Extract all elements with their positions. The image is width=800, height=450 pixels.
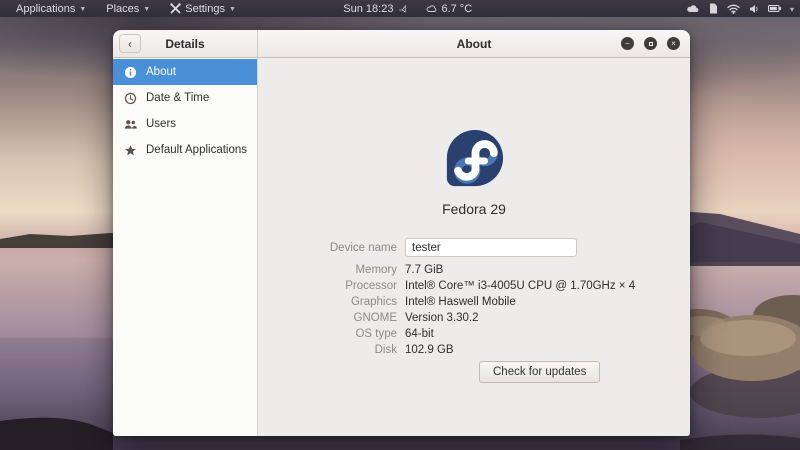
minimize-button[interactable]: − (621, 37, 634, 50)
close-button[interactable]: × (667, 37, 680, 50)
headerbar-main-section: About − × (258, 30, 690, 57)
field-row-gnome: GNOME Version 3.30.2 (258, 312, 690, 324)
sidebar-item-default-applications[interactable]: Default Applications (113, 137, 257, 163)
field-row-device-name: Device name (258, 238, 690, 257)
top-panel: Applications ▼ Places ▼ Settings ▼ Sun 1… (0, 0, 800, 17)
caret-down-icon[interactable]: ▾ (790, 5, 794, 14)
places-menu[interactable]: Places ▼ (98, 0, 158, 17)
field-label: Graphics (258, 296, 405, 308)
field-value: Intel® Haswell Mobile (405, 296, 516, 308)
clock-label: Sun 18:23 (343, 3, 393, 15)
field-value: 7.7 GiB (405, 264, 443, 276)
minimize-icon: − (625, 40, 630, 48)
info-circle-icon (123, 65, 137, 79)
about-form: Device name Memory 7.7 GiB Processor Int… (258, 238, 690, 388)
chevron-left-icon: ‹ (128, 38, 132, 50)
crossed-tools-icon (170, 3, 181, 14)
document-icon[interactable] (709, 3, 718, 14)
caret-down-icon: ▼ (79, 6, 86, 13)
applications-menu[interactable]: Applications ▼ (8, 0, 94, 17)
sidebar-item-date-time[interactable]: Date & Time (113, 85, 257, 111)
caret-down-icon: ▼ (143, 6, 150, 13)
maximize-button[interactable] (644, 37, 657, 50)
window-controls: − × (621, 37, 680, 50)
settings-window: ‹ Details About − × About (113, 30, 690, 436)
headerbar-sidebar-section: ‹ Details (113, 30, 258, 57)
field-row-processor: Processor Intel® Core™ i3-4005U CPU @ 1.… (258, 280, 690, 292)
field-row-graphics: Graphics Intel® Haswell Mobile (258, 296, 690, 308)
cloud-icon[interactable] (687, 4, 700, 13)
volume-icon[interactable] (749, 4, 759, 14)
caret-down-icon: ▼ (229, 6, 236, 13)
field-label: OS type (258, 328, 405, 340)
settings-menu[interactable]: Settings ▼ (162, 0, 244, 17)
device-name-input[interactable] (405, 238, 577, 257)
places-menu-label: Places (106, 3, 139, 15)
notification-icon (398, 4, 407, 13)
battery-icon[interactable] (768, 5, 781, 12)
wifi-icon[interactable] (727, 4, 740, 14)
check-for-updates-button[interactable]: Check for updates (479, 361, 600, 383)
field-label: Disk (258, 344, 405, 356)
sidebar-item-label: Date & Time (146, 92, 209, 104)
field-label: GNOME (258, 312, 405, 324)
sidebar-item-users[interactable]: Users (113, 111, 257, 137)
settings-sidebar: About Date & Time Users Default Applicat… (113, 58, 258, 436)
field-row-disk: Disk 102.9 GB (258, 344, 690, 356)
about-panel: Fedora 29 Device name Memory 7.7 GiB Pro… (258, 58, 690, 436)
weather-icon (426, 4, 437, 13)
panel-clock-area[interactable]: Sun 18:23 6.7 °C (343, 3, 472, 15)
field-row-memory: Memory 7.7 GiB (258, 264, 690, 276)
temperature-label: 6.7 °C (441, 3, 472, 15)
fedora-logo (443, 128, 505, 190)
maximize-icon (649, 42, 653, 46)
sidebar-item-label: Users (146, 118, 176, 130)
close-icon: × (671, 40, 676, 48)
weather-applet[interactable]: 6.7 °C (426, 3, 472, 15)
field-value: 64-bit (405, 328, 434, 340)
panel-menus: Applications ▼ Places ▼ Settings ▼ (0, 0, 244, 17)
field-label: Processor (258, 280, 405, 292)
field-label: Memory (258, 264, 405, 276)
field-row-os-type: OS type 64-bit (258, 328, 690, 340)
clock-icon (123, 91, 137, 105)
users-icon (123, 117, 137, 131)
os-name: Fedora 29 (442, 201, 506, 217)
sidebar-item-label: Default Applications (146, 144, 247, 156)
sidebar-item-label: About (146, 66, 176, 78)
field-label: Device name (258, 242, 405, 254)
settings-menu-label: Settings (185, 3, 225, 15)
update-row: Check for updates (258, 361, 690, 383)
field-value: Version 3.30.2 (405, 312, 479, 324)
sidebar-item-about[interactable]: About (113, 59, 257, 85)
back-button[interactable]: ‹ (119, 34, 141, 53)
applications-menu-label: Applications (16, 3, 75, 15)
headerbar: ‹ Details About − × (113, 30, 690, 58)
system-tray: ▾ (687, 0, 794, 17)
field-value: Intel® Core™ i3-4005U CPU @ 1.70GHz × 4 (405, 280, 635, 292)
field-value: 102.9 GB (405, 344, 454, 356)
star-icon (123, 143, 137, 157)
